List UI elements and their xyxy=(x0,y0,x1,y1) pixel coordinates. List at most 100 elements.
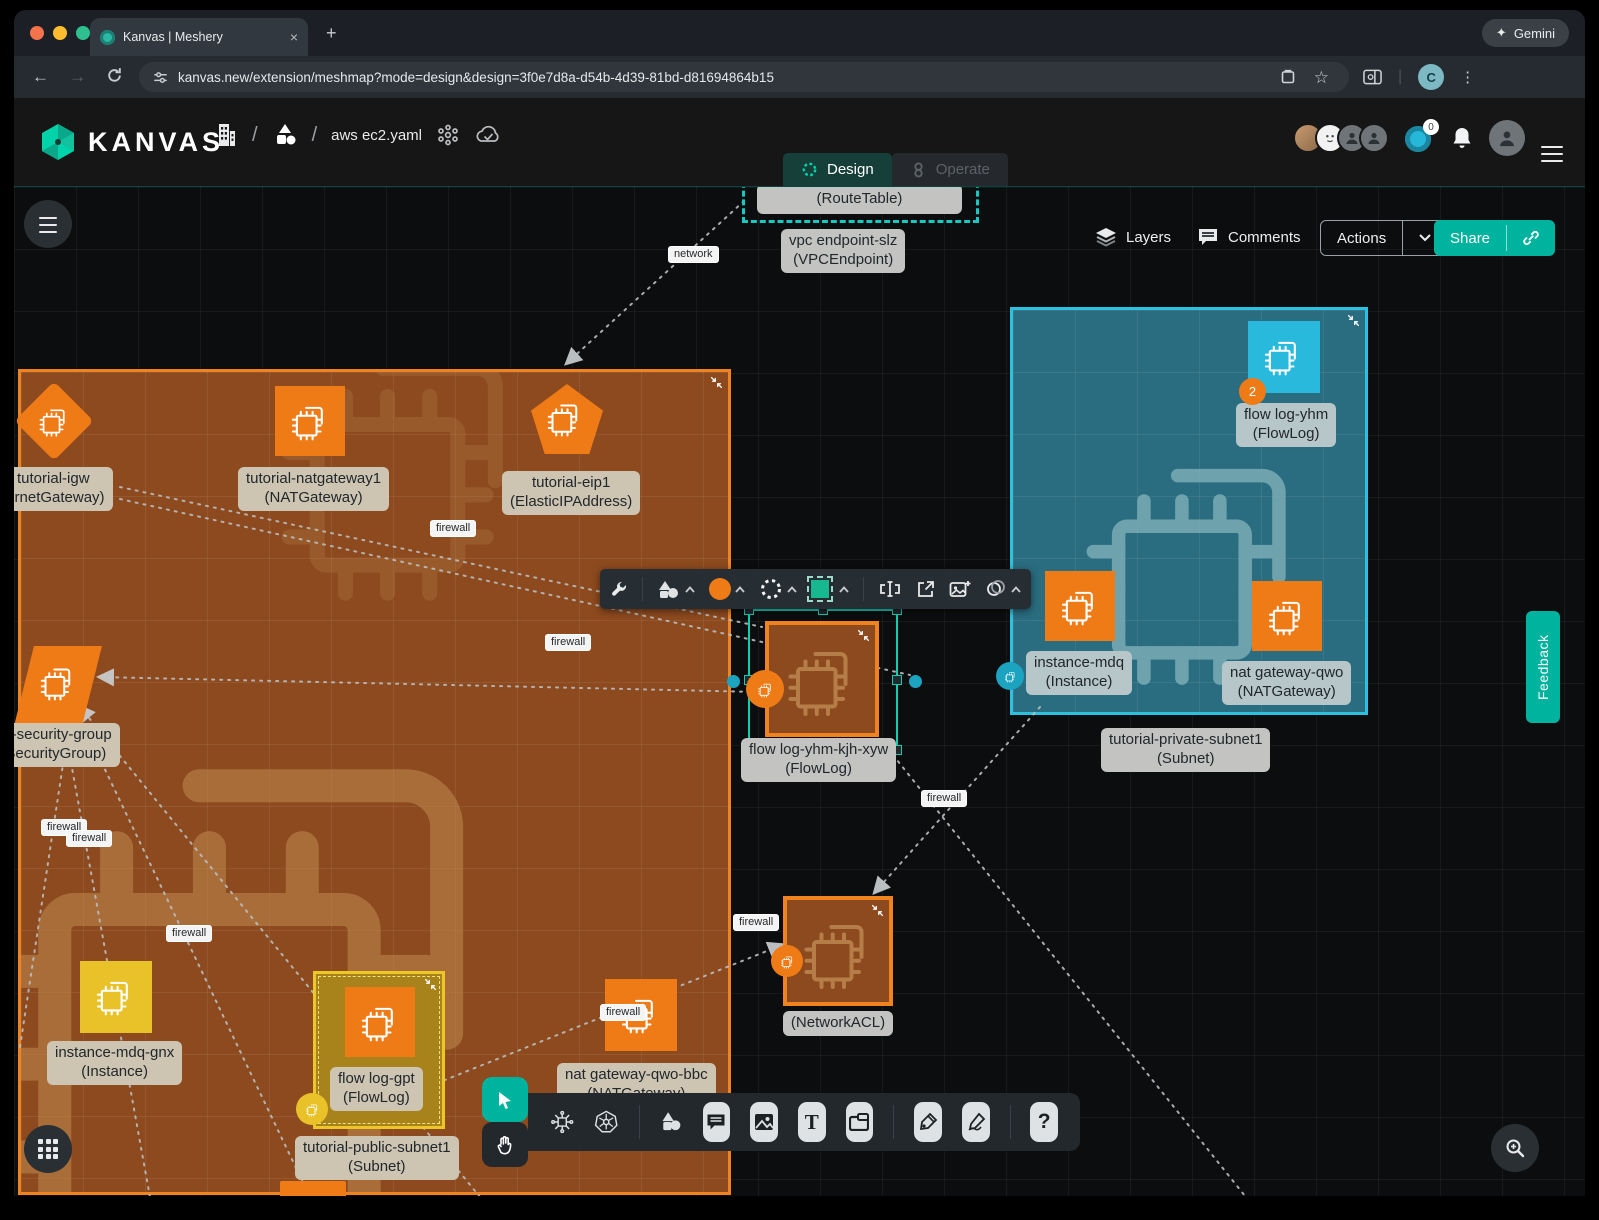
chevron-up-icon xyxy=(839,586,849,593)
layers-button[interactable]: Layers xyxy=(1095,227,1171,247)
browser-menu-icon[interactable]: ⋮ xyxy=(1460,68,1475,86)
node-nat-gateway-qwo[interactable] xyxy=(1252,581,1322,651)
reload-button[interactable] xyxy=(106,67,123,84)
components-tool-icon[interactable] xyxy=(550,1107,574,1137)
collaborator-avatars[interactable] xyxy=(1293,123,1389,153)
workspace-shapes-icon[interactable] xyxy=(272,122,298,148)
node-label-tutorial-public-subnet1[interactable]: tutorial-public-subnet1(Subnet) xyxy=(295,1136,459,1180)
comment-tool-button[interactable] xyxy=(703,1102,731,1142)
node-label-instance-mdq-gnx[interactable]: instance-mdq-gnx(Instance) xyxy=(47,1041,182,1085)
site-controls-icon[interactable] xyxy=(153,70,168,85)
shapes-menu-button[interactable] xyxy=(657,579,695,599)
node-label-vpc-endpoint[interactable]: vpc endpoint-slz(VPCEndpoint) xyxy=(781,229,905,273)
tab-design[interactable]: Design xyxy=(783,153,892,186)
tools-wrench-icon[interactable] xyxy=(610,580,628,598)
select-tool-button[interactable] xyxy=(482,1077,528,1122)
node-label-tutorial-natgateway1[interactable]: tutorial-natgateway1(NATGateway) xyxy=(238,467,389,511)
side-panel-icon[interactable] xyxy=(1363,69,1382,86)
node-label-flow-log-gpt[interactable]: flow log-gpt(FlowLog) xyxy=(330,1067,423,1111)
comments-button[interactable]: Comments xyxy=(1197,227,1301,247)
collapse-icon[interactable] xyxy=(424,978,437,991)
open-in-new-icon[interactable] xyxy=(916,580,935,599)
node-label-tutorial-eip1[interactable]: tutorial-eip1(ElasticIPAddress) xyxy=(502,471,640,515)
layer-shade-button[interactable] xyxy=(985,579,1021,599)
browser-tab[interactable]: Kanvas | Meshery × xyxy=(90,18,308,56)
node-label-security-group[interactable]: al-security-groupSecurityGroup) xyxy=(14,723,120,767)
node-flow-log-yhm-kjh-xyw[interactable] xyxy=(765,621,879,737)
node-badge-icon[interactable] xyxy=(771,945,803,977)
border-style-button[interactable] xyxy=(759,577,797,601)
node-instance-mdq[interactable] xyxy=(1045,571,1115,641)
bookmark-star-icon[interactable]: ☆ xyxy=(1314,69,1329,86)
node-label-network-acl[interactable]: (NetworkACL) xyxy=(783,1011,893,1036)
help-tool-button[interactable]: ? xyxy=(1030,1102,1058,1142)
app-menu-icon[interactable] xyxy=(1541,146,1563,149)
collapse-icon[interactable] xyxy=(857,629,870,642)
node-partial-bottom[interactable] xyxy=(280,1181,346,1196)
gemini-button[interactable]: ✦ Gemini xyxy=(1482,19,1569,47)
address-bar[interactable]: kanvas.new/extension/meshmap?mode=design… xyxy=(139,62,1349,92)
kubernetes-tool-icon[interactable] xyxy=(594,1107,618,1137)
zoom-window-button[interactable] xyxy=(76,26,90,40)
minimize-window-button[interactable] xyxy=(53,26,67,40)
share-link-icon[interactable] xyxy=(1507,220,1555,256)
zoom-search-button[interactable] xyxy=(1491,1124,1539,1172)
share-label[interactable]: Share xyxy=(1434,220,1506,256)
url-text: kanvas.new/extension/meshmap?mode=design… xyxy=(178,70,774,85)
command-flower-icon[interactable] xyxy=(436,123,460,147)
tab-operate[interactable]: Operate xyxy=(892,153,1008,186)
collapse-icon[interactable] xyxy=(871,904,884,917)
node-label-flow-log-yhm-kjh-xyw[interactable]: flow log-yhm-kjh-xyw(FlowLog) xyxy=(741,738,896,782)
shapes-tool-icon[interactable] xyxy=(660,1109,683,1135)
close-window-button[interactable] xyxy=(30,26,44,40)
image-tool-button[interactable] xyxy=(750,1102,778,1142)
credits-badge[interactable]: 0 xyxy=(1405,123,1435,153)
save-icon[interactable] xyxy=(1280,69,1296,85)
pan-tool-button[interactable] xyxy=(482,1122,528,1167)
kanvas-logo[interactable]: KANVAS xyxy=(38,122,224,162)
node-tutorial-natgateway1[interactable] xyxy=(275,386,345,456)
fill-color-button[interactable] xyxy=(709,578,745,600)
back-button[interactable]: ← xyxy=(32,67,49,87)
tab-close-icon[interactable]: × xyxy=(290,29,298,45)
node-label-route-table[interactable]: (RouteTable) xyxy=(757,186,962,214)
share-button[interactable]: Share xyxy=(1434,220,1555,256)
collapse-icon[interactable] xyxy=(710,376,723,389)
node-label-flow-log-yhm[interactable]: flow log-yhm(FlowLog) xyxy=(1236,403,1336,447)
node-badge-icon[interactable] xyxy=(746,670,784,708)
node-label-tutorial-private-subnet1[interactable]: tutorial-private-subnet1(Subnet) xyxy=(1101,728,1270,772)
user-avatar[interactable] xyxy=(1489,120,1525,156)
text-tool-button[interactable]: T xyxy=(798,1102,826,1142)
pen-tool-button[interactable] xyxy=(914,1102,942,1142)
forward-button[interactable]: → xyxy=(69,67,86,87)
edge-label-firewall: firewall xyxy=(430,520,476,537)
new-tab-button[interactable]: + xyxy=(326,24,337,42)
actions-label[interactable]: Actions xyxy=(1321,221,1402,255)
actions-button[interactable]: Actions xyxy=(1320,220,1448,256)
freehand-tool-button[interactable] xyxy=(962,1102,990,1142)
group-badge-icon[interactable] xyxy=(296,1093,328,1125)
organization-icon[interactable] xyxy=(214,122,238,148)
design-canvas[interactable]: (RouteTable) vpc endpoint-slz(VPCEndpoin… xyxy=(14,186,1585,1196)
shape-color-button[interactable] xyxy=(811,580,849,598)
design-file-name[interactable]: aws ec2.yaml xyxy=(331,127,422,144)
connection-dot[interactable] xyxy=(727,675,740,688)
add-image-icon[interactable] xyxy=(949,580,971,599)
feedback-tab[interactable]: Feedback xyxy=(1526,611,1560,723)
note-tool-button[interactable] xyxy=(846,1102,874,1142)
collapse-icon[interactable] xyxy=(1347,314,1360,327)
node-label-instance-mdq[interactable]: instance-mdq(Instance) xyxy=(1026,651,1132,695)
browser-profile-avatar[interactable]: C xyxy=(1418,64,1444,90)
connection-dot[interactable] xyxy=(909,675,922,688)
rename-icon[interactable] xyxy=(878,580,902,598)
collaborator-avatar[interactable] xyxy=(1359,123,1389,153)
notifications-bell-icon[interactable] xyxy=(1451,126,1473,150)
node-flow-log-gpt[interactable] xyxy=(345,987,415,1057)
connection-port[interactable] xyxy=(996,662,1024,690)
apps-grid-button[interactable] xyxy=(24,1125,72,1173)
node-label-nat-gateway-qwo[interactable]: nat gateway-qwo(NATGateway) xyxy=(1222,661,1351,705)
node-label-tutorial-igw[interactable]: tutorial-igwternetGateway) xyxy=(14,467,113,511)
cloud-sync-icon[interactable] xyxy=(474,124,502,146)
node-instance-mdq-gnx[interactable] xyxy=(80,961,152,1033)
canvas-menu-button[interactable] xyxy=(24,200,72,248)
